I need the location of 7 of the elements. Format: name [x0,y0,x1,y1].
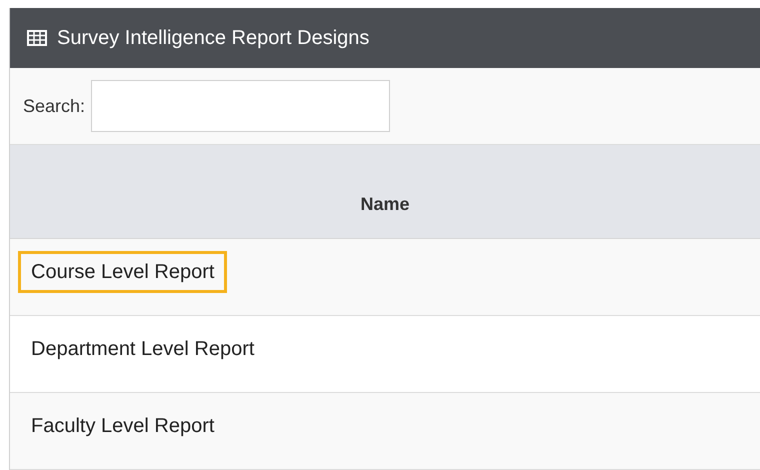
search-label: Search: [23,94,86,118]
table-cell[interactable]: Course Level Report [18,251,228,293]
search-field[interactable] [91,80,390,132]
table-icon [27,30,47,46]
panel-title: Survey Intelligence Report Designs [57,26,370,51]
table-cell[interactable]: Faculty Level Report [18,405,228,447]
table-cell[interactable]: Department Level Report [18,328,268,370]
